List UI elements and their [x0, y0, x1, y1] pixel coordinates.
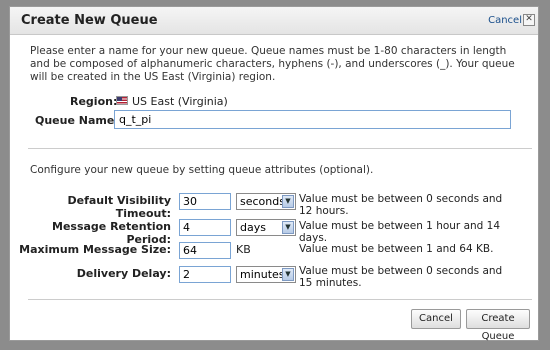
- footer-divider: [28, 299, 532, 300]
- queue-name-input[interactable]: [114, 110, 511, 129]
- queue-name-label: Queue Name:: [35, 114, 119, 127]
- max-message-size-unit: KB: [236, 243, 251, 256]
- config-text: Configure your new queue by setting queu…: [30, 164, 374, 176]
- dialog-title: Create New Queue: [21, 13, 158, 28]
- retention-period-input[interactable]: [179, 219, 231, 236]
- delivery-delay-input[interactable]: [179, 266, 231, 283]
- divider: [28, 148, 532, 149]
- visibility-timeout-hint: Value must be between 0 seconds and 12 h…: [299, 193, 503, 217]
- visibility-timeout-unit-value: seconds: [240, 195, 285, 208]
- close-icon[interactable]: ✕: [523, 14, 535, 26]
- create-queue-dialog: Create New Queue Cancel ✕ Please enter a…: [9, 6, 539, 342]
- delivery-delay-label: Delivery Delay:: [76, 267, 171, 280]
- region-value: US East (Virginia): [132, 95, 228, 108]
- delivery-delay-unit-value: minutes: [240, 268, 285, 281]
- max-message-size-label: Maximum Message Size:: [19, 243, 171, 256]
- intro-text: Please enter a name for your new queue. …: [30, 45, 515, 83]
- dialog-titlebar: Create New Queue Cancel ✕: [10, 7, 538, 35]
- max-message-size-input[interactable]: [179, 242, 231, 259]
- create-queue-button[interactable]: Create Queue: [466, 309, 530, 342]
- chevron-down-icon: ▼: [282, 268, 294, 281]
- retention-period-unit-select[interactable]: days ▼: [236, 219, 296, 236]
- max-message-size-hint: Value must be between 1 and 64 KB.: [299, 243, 494, 255]
- visibility-timeout-unit-select[interactable]: seconds ▼: [236, 193, 296, 210]
- chevron-down-icon: ▼: [282, 195, 294, 208]
- retention-period-unit-value: days: [240, 221, 266, 234]
- cancel-link[interactable]: Cancel: [488, 15, 522, 26]
- cancel-button[interactable]: Cancel: [411, 309, 461, 329]
- delivery-delay-unit-select[interactable]: minutes ▼: [236, 266, 296, 283]
- delivery-delay-hint: Value must be between 0 seconds and 15 m…: [299, 265, 503, 289]
- region-label: Region:: [70, 95, 118, 108]
- visibility-timeout-input[interactable]: [179, 193, 231, 210]
- chevron-down-icon: ▼: [282, 221, 294, 234]
- retention-period-hint: Value must be between 1 hour and 14 days…: [299, 220, 501, 244]
- visibility-timeout-label: Default Visibility Timeout:: [67, 194, 171, 220]
- us-flag-icon: [116, 96, 128, 105]
